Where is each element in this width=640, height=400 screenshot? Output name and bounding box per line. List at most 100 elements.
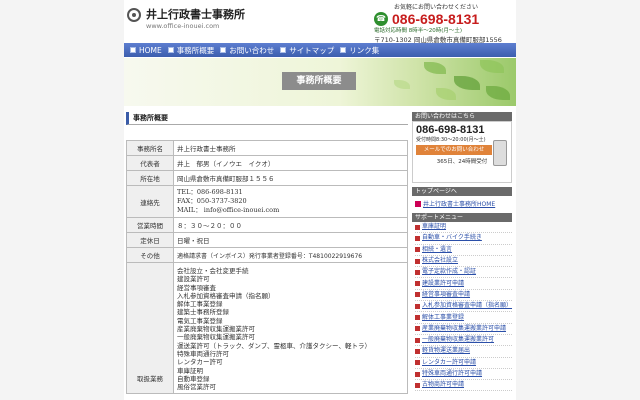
table-row: 連絡先 TEL：086-698-8131 FAX：050-3737-3820 M… bbox=[126, 185, 408, 218]
square-icon bbox=[220, 47, 227, 53]
arrow-icon bbox=[415, 382, 420, 388]
header-phone[interactable]: 086-698-8131 bbox=[392, 12, 479, 26]
service-menu: 車庫証明 自動車・バイク手続き 相続・遺言株式会社設立電子定款作成・認証 建設業許可申… bbox=[412, 222, 513, 392]
page-container: 井上行政書士事務所 www.office-inouei.com お気軽にお問い合… bbox=[124, 0, 516, 400]
service-item: 一般廃棄物収集運搬業許可 bbox=[177, 333, 255, 342]
nav-sitemap[interactable]: サイトマップ bbox=[280, 45, 334, 56]
service-item: 車庫証明 bbox=[177, 366, 203, 375]
arrow-icon bbox=[415, 281, 420, 287]
row-value: TEL：086-698-8131 FAX：050-3737-3820 MAIL：… bbox=[173, 185, 408, 218]
square-icon bbox=[280, 47, 287, 53]
site-title[interactable]: 井上行政書士事務所 bbox=[146, 6, 245, 22]
row-value: 井上行政書士事務所 bbox=[173, 140, 408, 156]
inquiry-heading: お問い合わせはこちら bbox=[412, 112, 512, 121]
sidebar-menu-label: 電子定款作成・認証 bbox=[422, 268, 477, 276]
mail-value[interactable]: MAIL： info@office-inouei.com bbox=[177, 206, 404, 215]
page-banner: 事務所概要 bbox=[124, 58, 516, 106]
sidebar-menu-label: レンタカー許可申請 bbox=[422, 358, 477, 366]
nav-label: サイトマップ bbox=[289, 45, 335, 55]
contact-lead: お気軽にお問い合わせください bbox=[394, 4, 479, 11]
nav-label: お問い合わせ bbox=[229, 45, 275, 55]
square-icon bbox=[340, 47, 347, 53]
sidebar-menu-item[interactable]: 相続・遺言 bbox=[415, 245, 512, 256]
top-heading: トップページへ bbox=[412, 187, 512, 196]
arrow-icon bbox=[415, 303, 420, 309]
sidebar-menu-label: 古物商許可申請 bbox=[422, 381, 465, 389]
sidebar-menu-item[interactable]: 車庫証明 bbox=[415, 222, 512, 234]
service-item: 風俗営業許可 bbox=[177, 383, 216, 392]
row-label: 連絡先 bbox=[126, 185, 174, 218]
sidebar-menu-item[interactable]: 軽貨物運送業届出 bbox=[415, 346, 512, 358]
leaf-decoration bbox=[424, 62, 446, 74]
sidebar-menu-label: 自動車・バイク手続き bbox=[422, 234, 482, 242]
table-row: 所在地 岡山県倉敷市真備町服部１５５６ bbox=[126, 170, 408, 186]
sidebar-menu-label: 建設業許可申請 bbox=[422, 279, 465, 287]
row-label: 取扱業務 bbox=[126, 261, 174, 395]
row-value: 適格請求書（インボイス）発行事業者登録番号：T4810022919676 bbox=[173, 247, 408, 263]
arrow-icon bbox=[415, 292, 420, 298]
arrow-icon bbox=[415, 337, 420, 343]
arrow-icon bbox=[415, 360, 420, 366]
banner-label: 事務所概要 bbox=[282, 72, 356, 90]
header-hours: 電話対応時間 8時半〜20時(月〜土) bbox=[374, 28, 463, 34]
sidebar-menu-item[interactable]: 古物商許可申請 bbox=[415, 380, 512, 392]
sidebar: お問い合わせはこちら 086-698-8131 受付時間8:30〜20:00(月… bbox=[412, 112, 513, 392]
top-page-link[interactable]: 井上行政書士事務所HOME bbox=[412, 196, 512, 211]
arrow-icon bbox=[415, 224, 420, 230]
nav-label: HOME bbox=[139, 45, 162, 55]
sidebar-menu-label: 入札参加資格審査申請（指名願） bbox=[422, 302, 513, 310]
header-contact: お気軽にお問い合わせください ☎ 086-698-8131 電話対応時間 8時半… bbox=[374, 2, 514, 44]
arrow-icon bbox=[415, 269, 420, 275]
arrow-icon bbox=[415, 235, 420, 241]
mobile-phone-icon bbox=[493, 140, 507, 166]
sidebar-menu-item[interactable]: 建設業許可申請 bbox=[415, 278, 512, 290]
nav-home[interactable]: HOME bbox=[130, 46, 162, 55]
site-url: www.office-inouei.com bbox=[146, 22, 220, 30]
nav-about[interactable]: 事務所概要 bbox=[167, 45, 214, 56]
fax-value: FAX：050-3737-3820 bbox=[177, 197, 247, 205]
sidebar-menu-label: 株式会社設立 bbox=[422, 257, 459, 265]
table-row: 定休日 日曜・祝日 bbox=[126, 232, 408, 248]
row-label: 事務所名 bbox=[126, 140, 174, 156]
arrow-icon bbox=[415, 326, 420, 332]
sidebar-menu-item[interactable]: 自動車・バイク手続き bbox=[415, 233, 512, 245]
sidebar-menu-item[interactable]: 産業廃棄物収集運搬業許可申請 bbox=[415, 324, 512, 335]
sidebar-menu-item[interactable]: 解体工事業登録 bbox=[415, 312, 512, 324]
sidebar-menu-label: 解体工事業登録 bbox=[422, 313, 465, 321]
sidebar-menu-item[interactable]: 株式会社設立 bbox=[415, 256, 512, 268]
service-item: 会社設立・会社変更手続 bbox=[177, 267, 249, 275]
mail-inquiry-button[interactable]: メールでのお問い合わせ bbox=[416, 145, 492, 155]
arrow-icon bbox=[415, 348, 420, 354]
row-label: 代表者 bbox=[126, 155, 174, 171]
row-label: その他 bbox=[126, 247, 174, 263]
services-list: 会社設立・会社変更手続 建設業許可 経営事項審査 入札参加資格審査申請（指名願） 解体工… bbox=[173, 261, 408, 395]
sidebar-menu-item[interactable]: 経営事項審査申請 bbox=[415, 290, 512, 302]
row-label: 定休日 bbox=[126, 232, 174, 248]
sidebar-menu-item[interactable]: 特殊車両通行許可申請 bbox=[415, 369, 512, 381]
leaf-decoration bbox=[454, 76, 480, 90]
row-value: 日曜・祝日 bbox=[173, 232, 408, 248]
sidebar-menu-label: 特殊車両通行許可申請 bbox=[422, 370, 483, 377]
main-nav: HOME 事務所概要 お問い合わせ サイトマップ リンク集 bbox=[124, 43, 516, 57]
site-header: 井上行政書士事務所 www.office-inouei.com お気軽にお問い合… bbox=[124, 0, 516, 44]
sidebar-menu-item[interactable]: レンタカー許可申請 bbox=[415, 358, 512, 369]
service-item: 運送業許可（トラック、ダンプ、霊柩車、介護タクシー、軽トラ） bbox=[177, 341, 371, 350]
service-item: 建築士事務所登録 bbox=[177, 308, 229, 317]
sidebar-menu-label: 一般廃棄物収集運搬業許可 bbox=[422, 336, 495, 344]
square-icon bbox=[130, 47, 136, 53]
service-item: 電気工事業登録 bbox=[177, 316, 223, 325]
sidebar-phone[interactable]: 086-698-8131 bbox=[416, 124, 508, 136]
leaf-decoration bbox=[486, 86, 510, 100]
service-item: レンタカー許可 bbox=[177, 358, 223, 367]
sidebar-menu-item[interactable]: 電子定款作成・認証 bbox=[415, 267, 512, 279]
sidebar-menu-label: 産業廃棄物収集運搬業許可申請 bbox=[422, 324, 507, 332]
sidebar-menu-item[interactable]: 一般廃棄物収集運搬業許可 bbox=[415, 335, 512, 347]
row-value: 井上 郁男（イノウエ イクオ） bbox=[173, 155, 408, 171]
nav-contact[interactable]: お問い合わせ bbox=[220, 45, 274, 56]
square-icon bbox=[167, 47, 174, 53]
sidebar-menu-label: 相続・遺言 bbox=[422, 245, 453, 253]
office-info-table: 事務所名 井上行政書士事務所 代表者 井上 郁男（イノウエ イクオ） 所在地 岡山県倉… bbox=[126, 140, 408, 395]
nav-links[interactable]: リンク集 bbox=[340, 45, 379, 56]
service-item: 経営事項審査 bbox=[177, 283, 216, 292]
sidebar-menu-item[interactable]: 入札参加資格審査申請（指名願） bbox=[415, 301, 513, 313]
